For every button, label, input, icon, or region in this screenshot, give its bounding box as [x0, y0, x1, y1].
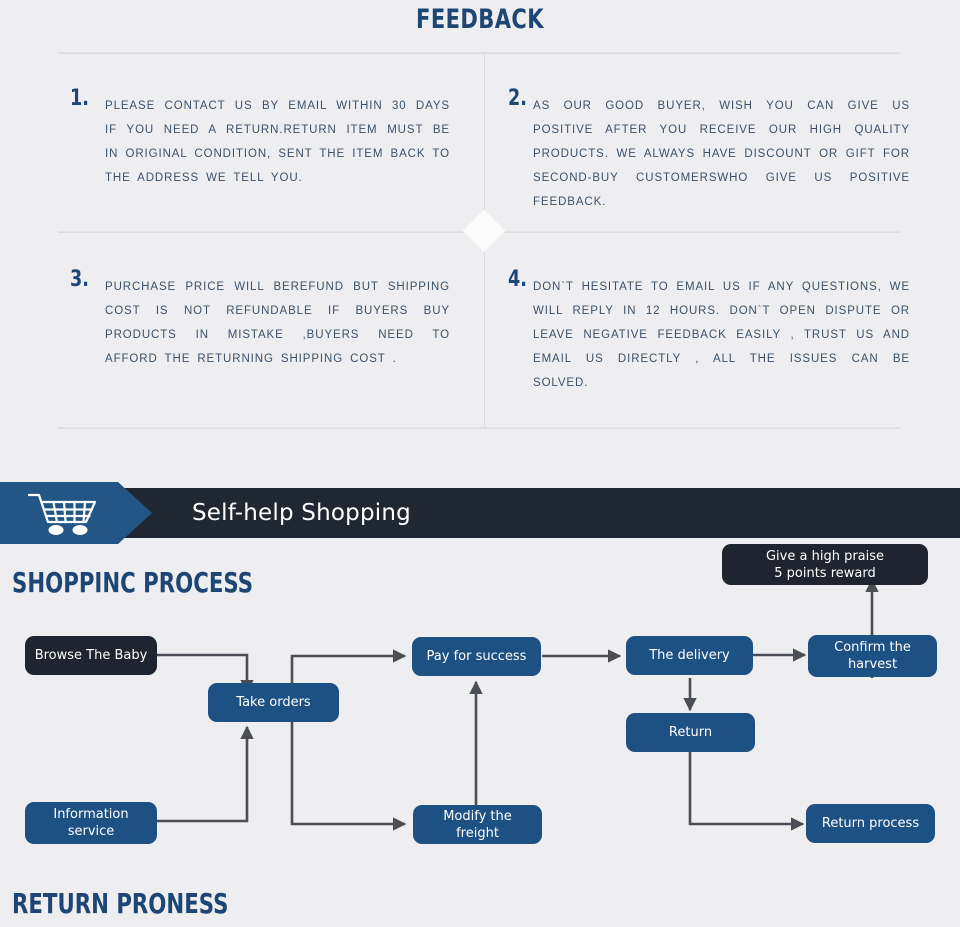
divider-top — [58, 52, 900, 54]
return-process-heading: RETURN PRONESS — [12, 887, 229, 920]
banner-title: Self-help Shopping — [192, 500, 411, 526]
praise-line-2: 5 points reward — [774, 565, 876, 581]
feedback-item-3-number: 3. — [70, 267, 89, 292]
flow-node-modify-the-freight[interactable]: Modify the freight — [413, 805, 542, 844]
feedback-item-2-text: AS OUR GOOD BUYER, WISH YOU CAN GIVE US … — [533, 100, 910, 208]
feedback-item-1-text: PLEASE CONTACT US BY EMAIL WITHIN 30 DAY… — [105, 100, 450, 184]
feedback-item-2-number: 2. — [508, 86, 527, 111]
self-help-shopping-banner: Self-help Shopping — [0, 482, 960, 544]
flow-node-give-a-high-praise[interactable]: Give a high praise 5 points reward — [722, 544, 928, 585]
flow-node-confirm-the-harvest[interactable]: Confirm the harvest — [808, 635, 937, 677]
flow-node-information-service[interactable]: Information service — [25, 802, 157, 844]
information-service-line-1: Information — [53, 807, 129, 822]
flow-node-pay-for-success[interactable]: Pay for success — [412, 637, 541, 676]
page-title: FEEDBACK — [416, 4, 544, 35]
flowchart-section: SHOPPINC PROCESS Browse The Baby Take or… — [0, 544, 960, 927]
divider-bottom — [58, 427, 900, 429]
flow-node-return[interactable]: Return — [626, 713, 755, 752]
flow-node-return-process[interactable]: Return process — [806, 804, 935, 843]
feedback-item-4-number: 4. — [508, 267, 527, 292]
flow-node-browse-the-baby[interactable]: Browse The Baby — [25, 636, 157, 675]
feedback-item-3-text: PURCHASE PRICE WILL BEREFUND BUT SHIPPIN… — [105, 281, 450, 365]
feedback-item-4-text: DON`T HESITATE TO EMAIL US IF ANY QUESTI… — [533, 281, 910, 389]
shopping-cart-icon — [27, 493, 97, 535]
feedback-section: FEEDBACK 1. PLEASE CONTACT US BY EMAIL W… — [0, 0, 960, 462]
confirm-harvest-line-1: Confirm the — [834, 640, 911, 655]
confirm-harvest-line-2: harvest — [847, 657, 898, 672]
praise-line-1: Give a high praise — [765, 548, 885, 564]
flowchart-connectors — [157, 578, 879, 831]
flow-node-take-orders[interactable]: Take orders — [208, 683, 339, 722]
feedback-item-1-number: 1. — [70, 86, 89, 111]
information-service-line-2: service — [67, 824, 115, 839]
flow-node-the-delivery[interactable]: The delivery — [626, 636, 753, 675]
diamond-ornament-icon — [462, 209, 506, 253]
